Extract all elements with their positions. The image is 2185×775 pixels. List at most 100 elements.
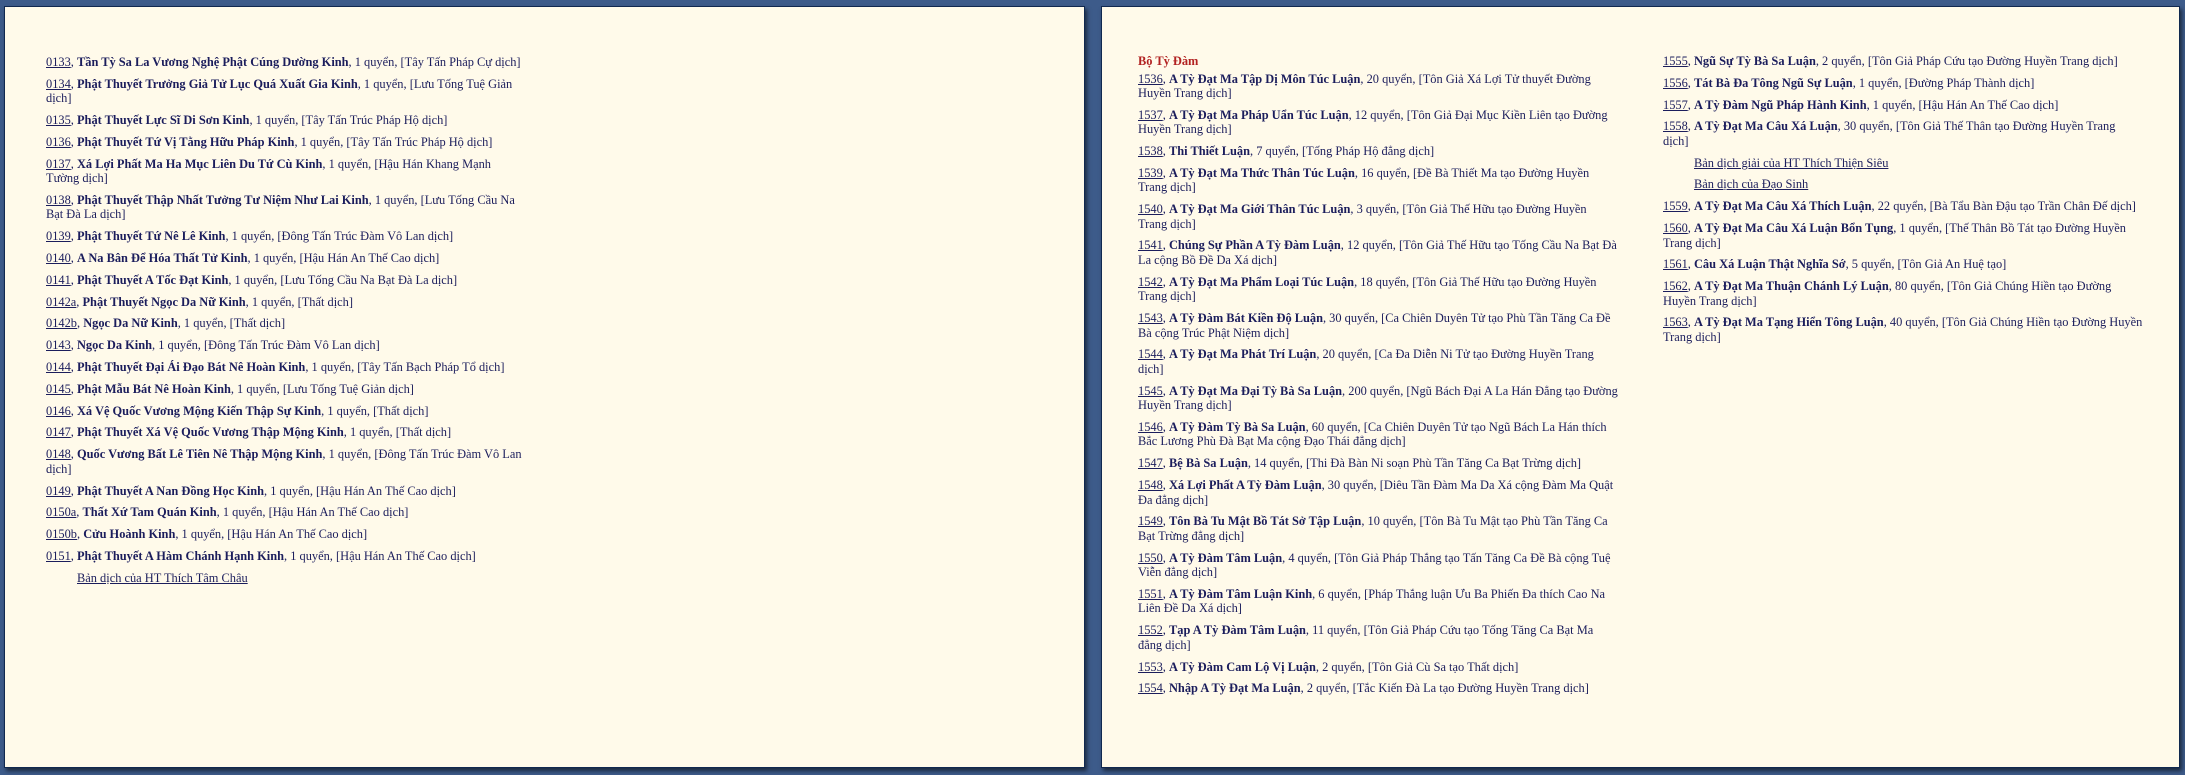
sutra-title: Phật Thuyết Thập Nhất Tưởng Tư Niệm Như … <box>76 192 369 207</box>
sutra-number-link[interactable]: 0136 <box>46 135 71 149</box>
sutra-number-link[interactable]: 1536 <box>1138 72 1163 86</box>
sutra-entry: 0142b, Ngọc Da Nữ Kinh, 1 quyển, [Thất d… <box>46 316 286 331</box>
sutra-details: , 1 quyển, [Thất dịch] <box>343 425 452 440</box>
sutra-number-link[interactable]: 1543 <box>1138 311 1163 325</box>
sutra-entry: 0143, Ngọc Da Kinh, 1 quyển, [Đông Tấn T… <box>46 338 380 353</box>
sutra-title: A Tỳ Đàm Ngũ Pháp Hành Kinh <box>1693 97 1867 112</box>
section-heading: Bộ Tỳ Đàm <box>1138 54 1199 68</box>
sutra-title: Tát Bà Đa Tông Ngũ Sự Luận <box>1693 75 1853 90</box>
sutra-entry: 1540, A Tỳ Đạt Ma Giới Thân Túc Luận, 3 … <box>1138 202 1587 231</box>
sutra-details: , 2 quyển, [Tôn Giả Cù Sa tạo Thất dịch] <box>1315 659 1519 674</box>
sutra-number-link[interactable]: 1561 <box>1663 257 1688 271</box>
sutra-title: Phật Thuyết Tứ Vị Tằng Hữu Pháp Kinh <box>76 134 295 149</box>
sutra-number-link[interactable]: 1562 <box>1663 279 1688 293</box>
sutra-number-link[interactable]: 1553 <box>1138 660 1163 674</box>
sutra-entry: 0137, Xá Lợi Phất Ma Ha Mục Liên Du Tứ C… <box>46 156 492 186</box>
sutra-number-link[interactable]: 1560 <box>1663 221 1688 235</box>
sutra-title: Phật Thuyết Xá Vệ Quốc Vương Thập Mộng K… <box>76 425 344 440</box>
sutra-number-link[interactable]: 0140 <box>46 251 71 265</box>
sutra-number-link[interactable]: 0148 <box>46 447 71 461</box>
sutra-entry: 0150a, Thất Xứ Tam Quán Kinh, 1 quyển, [… <box>46 505 409 520</box>
sutra-number-link[interactable]: 0143 <box>46 338 71 352</box>
sutra-title: Câu Xá Luận Thật Nghĩa Sớ <box>1693 257 1846 272</box>
sutra-title: Phật Thuyết A Tốc Đạt Kinh <box>76 272 229 287</box>
sutra-entry: 0134, Phật Thuyết Trưởng Giả Tử Lục Quá … <box>46 76 513 106</box>
sutra-number-link[interactable]: 0150a <box>46 505 76 519</box>
sutra-number-link[interactable]: 0146 <box>46 404 71 418</box>
sutra-entry: 1546, A Tỳ Đàm Tỳ Bà Sa Luận, 60 quyển, … <box>1138 419 1607 449</box>
sutra-number-link[interactable]: 0135 <box>46 113 71 127</box>
sutra-number-link[interactable]: 1548 <box>1138 478 1163 492</box>
sutra-title: Cửu Hoành Kinh <box>83 527 176 542</box>
sutra-number-link[interactable]: 1538 <box>1138 144 1163 158</box>
sutra-number-link[interactable]: 1541 <box>1138 238 1163 252</box>
sutra-number-link[interactable]: 1557 <box>1663 98 1688 112</box>
sutra-entry: 1549, Tôn Bà Tu Mật Bồ Tát Sở Tập Luận, … <box>1138 514 1608 543</box>
sutra-number-link[interactable]: 1549 <box>1138 514 1163 528</box>
sutra-number-link[interactable]: 1555 <box>1663 54 1688 68</box>
sutra-details: , 1 quyển, [Thất dịch] <box>321 403 429 418</box>
translation-link[interactable]: Bản dịch giải của HT Thích Thiện Siêu <box>1694 156 2143 171</box>
sutra-entry: 1553, A Tỳ Đàm Cam Lộ Vị Luận, 2 quyển, … <box>1138 659 1519 674</box>
sutra-title: Ngọc Da Nữ Kinh <box>83 316 178 331</box>
sutra-number-link[interactable]: 1554 <box>1138 681 1163 695</box>
sutra-number-link[interactable]: 0138 <box>46 193 71 207</box>
sutra-number-link[interactable]: 1552 <box>1138 623 1163 637</box>
sutra-entry: 0144, Phật Thuyết Đại Ái Đạo Bát Nê Hoàn… <box>46 360 505 375</box>
sutra-entry: 0140, A Na Bân Để Hóa Thất Tử Kinh, 1 qu… <box>46 251 440 266</box>
sutra-entry: 1560, A Tỳ Đạt Ma Câu Xá Luận Bổn Tụng, … <box>1663 221 2126 250</box>
sutra-details: , 2 quyển, [Tôn Giả Pháp Cứu tạo Đường H… <box>1815 54 2118 68</box>
sutra-number-link[interactable]: 0133 <box>46 55 71 69</box>
sutra-title: Ngọc Da Kinh <box>76 338 153 353</box>
sutra-entry: 1545, A Tỳ Đạt Ma Đại Tỳ Bà Sa Luận, 200… <box>1138 383 1618 413</box>
sutra-entry: 1541, Chúng Sự Phần A Tỳ Đàm Luận, 12 qu… <box>1138 238 1617 267</box>
sutra-number-link[interactable]: 0142b <box>46 316 77 330</box>
sutra-number-link[interactable]: 0137 <box>46 157 71 171</box>
sutra-entry: 1556, Tát Bà Đa Tông Ngũ Sự Luận, 1 quyể… <box>1663 75 2035 90</box>
sutra-number-link[interactable]: 0144 <box>46 360 71 374</box>
sutra-entry: 0142a, Phật Thuyết Ngọc Da Nữ Kinh, 1 qu… <box>46 294 353 309</box>
sutra-number-link[interactable]: 1546 <box>1138 420 1163 434</box>
sutra-number-link[interactable]: 1550 <box>1138 551 1163 565</box>
sutra-title: Quốc Vương Bất Lê Tiên Nê Thập Mộng Kinh <box>76 447 323 462</box>
sutra-number-link[interactable]: 1551 <box>1138 587 1163 601</box>
sutra-number-link[interactable]: 1563 <box>1663 315 1688 329</box>
translation-link[interactable]: Bản dịch của Đạo Sinh <box>1694 177 2143 192</box>
sutra-entry: 1555, Ngũ Sự Tỳ Bà Sa Luận, 2 quyển, [Tô… <box>1663 54 2118 68</box>
sutra-entry: 0139, Phật Thuyết Tứ Nê Lê Kinh, 1 quyển… <box>46 229 454 244</box>
sutra-entry: 1547, Bệ Bà Sa Luận, 14 quyển, [Thi Đà B… <box>1138 456 1582 471</box>
sutra-number-link[interactable]: 1558 <box>1663 119 1688 133</box>
sutra-number-link[interactable]: 0139 <box>46 229 71 243</box>
sutra-number-link[interactable]: 0145 <box>46 382 71 396</box>
sutra-title: A Tỳ Đạt Ma Thức Thân Túc Luận <box>1168 165 1355 180</box>
sutra-details: , 2 quyển, [Tắc Kiến Đà La tạo Đường Huy… <box>1300 681 1589 696</box>
sutra-number-link[interactable]: 1556 <box>1663 76 1688 90</box>
sutra-number-link[interactable]: 1559 <box>1663 199 1688 213</box>
sutra-title: A Tỳ Đạt Ma Tập Dị Môn Túc Luận <box>1168 71 1361 86</box>
sutra-number-link[interactable]: 1540 <box>1138 202 1163 216</box>
sutra-number-link[interactable]: 1547 <box>1138 456 1163 470</box>
sutra-details: , 1 quyển, [Hậu Hán An Thế Cao dịch] <box>1866 97 2059 112</box>
sutra-entry: 0145, Phật Mẫu Bát Nê Hoàn Kinh, 1 quyển… <box>46 381 414 396</box>
sutra-number-link[interactable]: 1537 <box>1138 108 1163 122</box>
sutra-title: Tạp A Tỳ Đàm Tâm Luận <box>1168 623 1306 638</box>
sutra-number-link[interactable]: 0142a <box>46 295 76 309</box>
sutra-number-link[interactable]: 1539 <box>1138 166 1163 180</box>
sutra-number-link[interactable]: 1542 <box>1138 275 1163 289</box>
translation-link[interactable]: Bản dịch của HT Thích Tâm Châu <box>77 571 526 586</box>
sutra-number-link[interactable]: 0141 <box>46 273 71 287</box>
sutra-number-link[interactable]: 0151 <box>46 549 71 563</box>
sutra-details: , 1 quyển, [Tây Tấn Trúc Pháp Hộ dịch] <box>294 134 493 149</box>
sutra-number-link[interactable]: 0147 <box>46 425 71 439</box>
sutra-details: , 1 quyển, [Đông Tấn Trúc Đàm Vô Lan dịc… <box>152 338 380 353</box>
sutra-number-link[interactable]: 1545 <box>1138 384 1163 398</box>
sutra-title: A Tỳ Đàm Cam Lộ Vị Luận <box>1168 659 1316 674</box>
sutra-entry: 1544, A Tỳ Đạt Ma Phát Trí Luận, 20 quyể… <box>1138 347 1594 376</box>
sutra-number-link[interactable]: 1544 <box>1138 347 1163 361</box>
sutra-number-link[interactable]: 0134 <box>46 77 71 91</box>
sutra-number-link[interactable]: 0150b <box>46 527 77 541</box>
sutra-title: Thất Xứ Tam Quán Kinh <box>82 505 217 520</box>
sutra-number-link[interactable]: 0149 <box>46 484 71 498</box>
sutra-details: , 1 quyển, [Thất dịch] <box>245 294 353 309</box>
sutra-title: A Tỳ Đàm Tỳ Bà Sa Luận <box>1168 419 1306 434</box>
